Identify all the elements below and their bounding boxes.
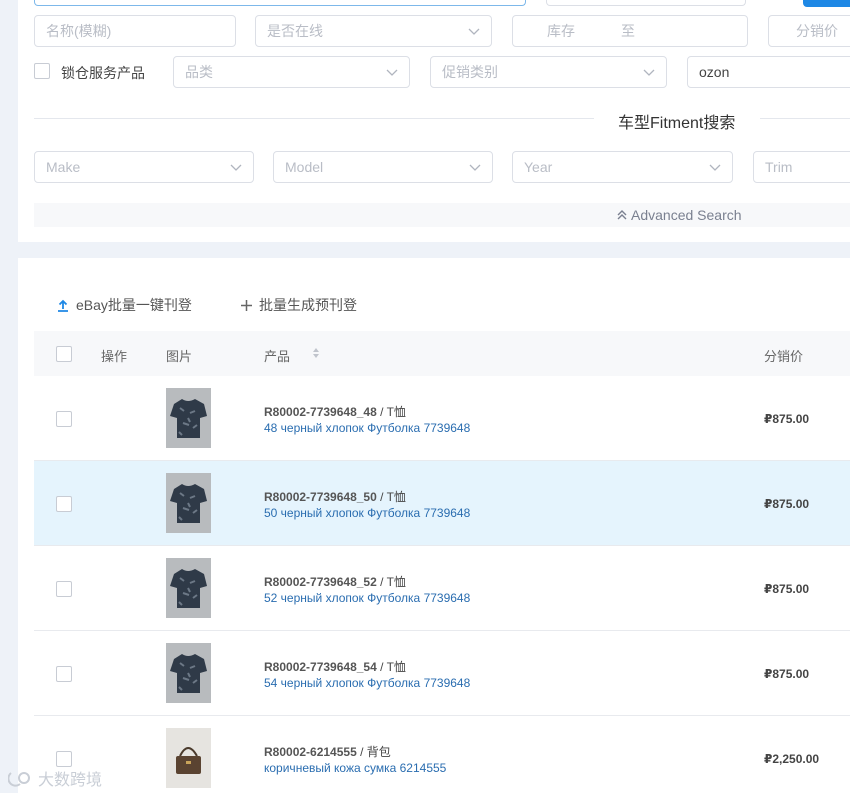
product-sku-line: R80002-7739648_48 / T恤 [264, 403, 406, 420]
fitment-divider-right [760, 118, 850, 119]
category-select[interactable]: 品类 [173, 56, 410, 88]
product-sku: R80002-7739648_50 [264, 490, 377, 504]
product-name-link[interactable]: 48 черный хлопок Футболка 7739648 [264, 421, 470, 435]
product-table-panel: eBay批量一键刊登 批量生成预刊登 操作 图片 产品 分销价 R80002-7… [18, 258, 850, 793]
product-image[interactable] [166, 388, 211, 448]
header-product: 产品 [264, 349, 291, 364]
stock-range[interactable]: 库存 至 [512, 15, 748, 47]
product-price: ₽2,250.00 [764, 752, 820, 766]
year-select[interactable]: Year [512, 151, 733, 183]
promo-select[interactable]: 促销类别 [430, 56, 667, 88]
fitment-divider-left [34, 118, 594, 119]
lock-service-checkbox[interactable] [34, 63, 50, 79]
chevron-down-icon [386, 66, 398, 78]
row-checkbox[interactable] [56, 666, 72, 682]
fitment-title: 车型Fitment搜索 [618, 115, 736, 132]
row-checkbox[interactable] [56, 751, 72, 767]
watermark: 大数跨境 [8, 766, 102, 790]
table-header: 操作 图片 产品 分销价 [34, 331, 850, 376]
product-image[interactable] [166, 473, 211, 533]
product-sku-line: R80002-6214555 / 背包 [264, 743, 391, 760]
online-select[interactable]: 是否在线 [255, 15, 492, 47]
product-sku: R80002-7739648_48 [264, 405, 377, 419]
filter-panel: 名称(模糊) 是否在线 库存 至 分销价 锁仓服务产品 品类 促销类别 ozon… [18, 0, 850, 242]
advanced-search-link[interactable]: Advanced Search [616, 207, 742, 223]
product-price: ₽875.00 [764, 667, 810, 681]
product-name-link[interactable]: 50 черный хлопок Футболка 7739648 [264, 506, 470, 520]
product-sku: R80002-6214555 [264, 745, 357, 759]
lock-service-label: 锁仓服务产品 [61, 65, 145, 81]
stock-to-label: 至 [621, 23, 635, 39]
platform-select-value: ozon [699, 64, 730, 80]
batch-preview-label: 批量生成预刊登 [259, 297, 357, 313]
search-button[interactable] [803, 0, 850, 7]
product-name-link[interactable]: коричневый кожа сумка 6214555 [264, 761, 446, 775]
trim-select-placeholder: Trim [765, 159, 793, 175]
header-image: 图片 [166, 349, 193, 364]
distribution-price-label: 分销价 [796, 23, 838, 39]
product-price: ₽875.00 [764, 582, 810, 596]
chevron-down-icon [643, 66, 655, 78]
top-field-2[interactable] [546, 0, 746, 6]
product-sku: R80002-7739648_54 [264, 660, 377, 674]
row-checkbox[interactable] [56, 581, 72, 597]
name-input-placeholder: 名称(模糊) [46, 23, 112, 39]
year-select-placeholder: Year [524, 159, 553, 175]
product-sku: R80002-7739648_52 [264, 575, 377, 589]
ebay-batch-list-button[interactable]: eBay批量一键刊登 [56, 295, 192, 315]
table-row[interactable]: R80002-7739648_54 / T恤 54 черный хлопок Ф… [34, 631, 850, 716]
product-name-link[interactable]: 54 черный хлопок Футболка 7739648 [264, 676, 470, 690]
table-row[interactable]: R80002-6214555 / 背包 коричневый кожа сумка… [34, 716, 850, 793]
double-chevron-up-icon [617, 210, 627, 220]
watermark-logo-icon [8, 772, 30, 787]
select-all-checkbox[interactable] [56, 346, 72, 362]
chevron-down-icon [709, 161, 721, 173]
online-select-placeholder: 是否在线 [267, 23, 323, 39]
product-sku-line: R80002-7739648_52 / T恤 [264, 573, 406, 590]
trim-select[interactable]: Trim [753, 151, 850, 183]
product-category: / T恤 [376, 575, 406, 589]
chevron-down-icon [230, 161, 242, 173]
table-row[interactable]: R80002-7739648_52 / T恤 52 черный хлопок Ф… [34, 546, 850, 631]
product-category: / T恤 [376, 490, 406, 504]
distribution-price-range[interactable]: 分销价 [768, 15, 850, 47]
product-image[interactable] [166, 728, 211, 788]
model-select-placeholder: Model [285, 159, 324, 175]
product-image[interactable] [166, 643, 211, 703]
promo-select-placeholder: 促销类别 [442, 64, 498, 80]
model-select[interactable]: Model [273, 151, 493, 183]
header-distribution-price: 分销价 [764, 349, 804, 364]
product-price: ₽875.00 [764, 412, 810, 426]
row-checkbox[interactable] [56, 496, 72, 512]
keyword-field[interactable] [34, 0, 526, 6]
product-sku-line: R80002-7739648_54 / T恤 [264, 658, 406, 675]
product-image[interactable] [166, 558, 211, 618]
table-row[interactable]: R80002-7739648_48 / T恤 48 черный хлопок Ф… [34, 376, 850, 461]
product-category: / T恤 [376, 405, 406, 419]
header-operation: 操作 [101, 349, 128, 364]
product-name-link[interactable]: 52 черный хлопок Футболка 7739648 [264, 591, 470, 605]
table-row[interactable]: R80002-7739648_50 / T恤 50 черный хлопок Ф… [34, 461, 850, 546]
batch-preview-button[interactable]: 批量生成预刊登 [240, 295, 357, 315]
make-select[interactable]: Make [34, 151, 254, 183]
product-sku-line: R80002-7739648_50 / T恤 [264, 488, 406, 505]
make-select-placeholder: Make [46, 159, 81, 175]
advanced-search-label: Advanced Search [631, 207, 742, 223]
upload-icon [56, 298, 70, 312]
plus-icon [240, 299, 253, 312]
chevron-down-icon [468, 25, 480, 37]
product-category: / T恤 [376, 660, 406, 674]
sort-icon[interactable] [312, 346, 320, 364]
stock-label: 库存 [547, 23, 575, 39]
chevron-down-icon [469, 161, 481, 173]
row-checkbox[interactable] [56, 411, 72, 427]
name-input[interactable]: 名称(模糊) [34, 15, 236, 47]
ebay-batch-list-label: eBay批量一键刊登 [76, 297, 192, 313]
platform-select[interactable]: ozon [687, 56, 850, 88]
product-price: ₽875.00 [764, 497, 810, 511]
category-select-placeholder: 品类 [185, 64, 213, 80]
product-category: / 背包 [356, 745, 391, 759]
watermark-text: 大数跨境 [38, 772, 103, 789]
